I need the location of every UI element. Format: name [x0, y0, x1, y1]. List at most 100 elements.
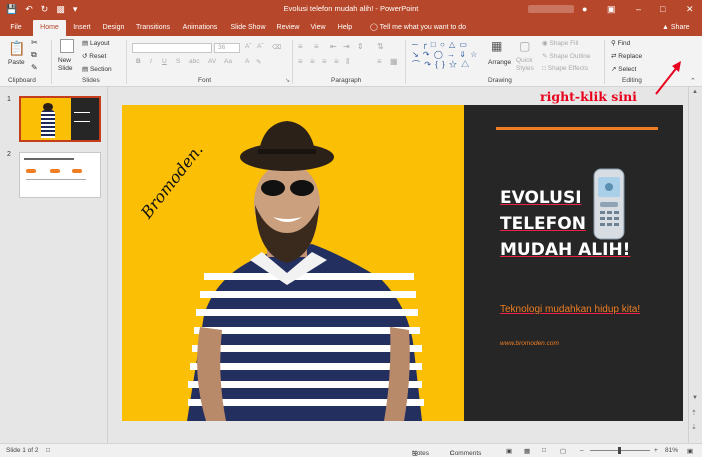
font-name-combo[interactable]: [132, 43, 212, 53]
replace-button[interactable]: ⇄ Replace: [611, 52, 642, 60]
scroll-up-icon[interactable]: ▲: [692, 89, 698, 95]
slide-thumbnail-2[interactable]: [19, 152, 101, 198]
tab-insert[interactable]: Insert: [69, 20, 95, 36]
reset-button[interactable]: ↺ Reset: [82, 52, 106, 60]
font-color-icon[interactable]: A: [245, 58, 249, 65]
zoom-out-icon[interactable]: –: [580, 447, 584, 454]
format-painter-icon[interactable]: ✎: [31, 63, 38, 72]
thumbnail-figure: [41, 110, 55, 138]
quick-styles-icon[interactable]: ▢: [519, 39, 530, 53]
line-spacing-icon[interactable]: ⇕: [357, 42, 364, 51]
slide-thumbnail-1[interactable]: [19, 96, 101, 142]
find-button[interactable]: ⚲ Find: [611, 39, 630, 47]
account-avatar-icon[interactable]: ●: [582, 3, 587, 15]
arrange-button[interactable]: Arrange: [488, 59, 511, 66]
align-text-icon[interactable]: ≡: [377, 57, 382, 66]
orange-bar[interactable]: [496, 127, 658, 130]
slide-headline[interactable]: EVOLUSI TELEFON MUDAH ALIH!: [500, 185, 630, 263]
bold-icon[interactable]: B: [136, 58, 141, 65]
shape-fill-button[interactable]: ◉ Shape Fill: [542, 39, 578, 47]
align-left-icon[interactable]: ≡: [298, 57, 303, 66]
spell-check-icon[interactable]: □: [46, 447, 50, 454]
shape-outline-button[interactable]: ✎ Shape Outline: [542, 52, 590, 60]
reading-view-icon[interactable]: □: [542, 447, 546, 454]
tab-slide-show[interactable]: Slide Show: [227, 20, 269, 36]
shapes-gallery[interactable]: ─ ╭ □ ○ △ ▭ ↘ ↷ ◯ → ⇓ ☆ ⌒ ↷ { } ☆ △: [412, 40, 482, 72]
smartart-icon[interactable]: ▦: [390, 57, 398, 66]
lightbulb-icon: ◯: [370, 24, 378, 31]
numbering-icon[interactable]: ≡: [314, 42, 319, 51]
fit-to-window-icon[interactable]: ▣: [687, 447, 693, 455]
justify-icon[interactable]: ≡: [334, 57, 339, 66]
increase-indent-icon[interactable]: ⇥: [343, 42, 350, 51]
tell-me-search[interactable]: ◯ Tell me what you want to do: [370, 20, 466, 36]
normal-view-icon[interactable]: ▣: [506, 447, 512, 455]
cut-icon[interactable]: ✂: [31, 38, 38, 47]
align-right-icon[interactable]: ≡: [322, 57, 327, 66]
italic-icon[interactable]: I: [150, 58, 152, 65]
tab-help[interactable]: Help: [334, 20, 356, 36]
ribbon-display-options-icon[interactable]: ▣: [607, 3, 616, 15]
shrink-font-icon[interactable]: Aˇ: [257, 43, 264, 50]
comments-label: Comments: [450, 450, 482, 457]
select-button[interactable]: ↗ Select: [611, 65, 636, 73]
zoom-slider-thumb[interactable]: [618, 447, 621, 454]
collapse-ribbon-icon[interactable]: ⌃: [690, 77, 696, 85]
tab-file[interactable]: File: [4, 20, 28, 36]
tab-animations[interactable]: Animations: [178, 20, 222, 36]
copy-icon[interactable]: ⧉: [31, 50, 37, 60]
previous-slide-icon[interactable]: ⇡: [691, 409, 697, 417]
new-slide-button[interactable]: New Slide: [58, 57, 80, 73]
align-center-icon[interactable]: ≡: [310, 57, 315, 66]
layout-button[interactable]: ▤ Layout: [82, 39, 110, 47]
select-label: Select: [618, 66, 637, 73]
font-size-combo[interactable]: 36: [214, 43, 240, 53]
minimize-icon[interactable]: –: [636, 3, 641, 15]
underline-icon[interactable]: U: [162, 58, 167, 65]
account-area[interactable]: [528, 5, 574, 13]
zoom-level[interactable]: 81%: [665, 447, 678, 454]
shadow-icon[interactable]: S: [176, 58, 180, 65]
headline-line: MUDAH ALIH!: [500, 240, 631, 260]
tab-design[interactable]: Design: [99, 20, 128, 36]
close-icon[interactable]: ✕: [686, 3, 694, 15]
character-spacing-icon[interactable]: AV: [208, 58, 216, 65]
tab-transitions[interactable]: Transitions: [133, 20, 173, 36]
section-button[interactable]: ▤ Section: [82, 65, 112, 73]
scroll-down-icon[interactable]: ▼: [692, 395, 698, 401]
slide-sorter-icon[interactable]: ▦: [524, 447, 530, 455]
highlight-icon[interactable]: ✎: [256, 58, 261, 66]
grow-font-icon[interactable]: Aˆ: [245, 43, 252, 50]
font-dialog-launcher-icon[interactable]: ↘: [285, 77, 290, 84]
paste-icon[interactable]: 📋: [8, 40, 25, 57]
reset-label: Reset: [89, 53, 107, 60]
text-direction-icon[interactable]: ⇅: [377, 42, 384, 51]
next-slide-icon[interactable]: ⇣: [691, 423, 697, 431]
sunglass-left: [261, 180, 285, 196]
decrease-indent-icon[interactable]: ⇤: [330, 42, 337, 51]
shape-effects-button[interactable]: □ Shape Effects: [542, 65, 588, 72]
strikethrough-icon[interactable]: abc: [189, 58, 199, 65]
layout-label: Layout: [89, 40, 110, 47]
clear-formatting-icon[interactable]: ⌫: [272, 43, 281, 51]
slide-show-view-icon[interactable]: ▢: [560, 447, 566, 455]
tab-home[interactable]: Home: [33, 20, 66, 36]
bullets-icon[interactable]: ≡: [298, 42, 303, 51]
arrange-icon[interactable]: ▦: [491, 39, 502, 53]
zoom-in-icon[interactable]: +: [654, 447, 658, 454]
paste-button[interactable]: Paste: [8, 59, 25, 66]
change-case-icon[interactable]: Aa: [224, 58, 232, 65]
maximize-icon[interactable]: □: [660, 3, 665, 15]
tab-view[interactable]: View: [307, 20, 329, 36]
slide[interactable]: Bromoden. EVOLUSI TELEFON MUDAH ALIH! Te…: [122, 105, 683, 421]
share-button[interactable]: ▲ Share: [662, 20, 690, 36]
new-slide-icon[interactable]: [60, 39, 74, 53]
slide-subtitle[interactable]: Teknologi mudahkan hidup kita!: [500, 303, 650, 317]
columns-icon[interactable]: ‖: [346, 57, 349, 66]
quick-styles-button[interactable]: Quick Styles: [516, 57, 540, 73]
slide-editing-canvas[interactable]: Bromoden. EVOLUSI TELEFON MUDAH ALIH! Te…: [109, 87, 688, 443]
slide-url[interactable]: www.bromoden.com: [500, 340, 559, 347]
tab-review[interactable]: Review: [274, 20, 302, 36]
thumbnail-line: [26, 179, 86, 180]
vertical-scrollbar[interactable]: ▲ ▼ ⇡ ⇣: [688, 87, 702, 443]
